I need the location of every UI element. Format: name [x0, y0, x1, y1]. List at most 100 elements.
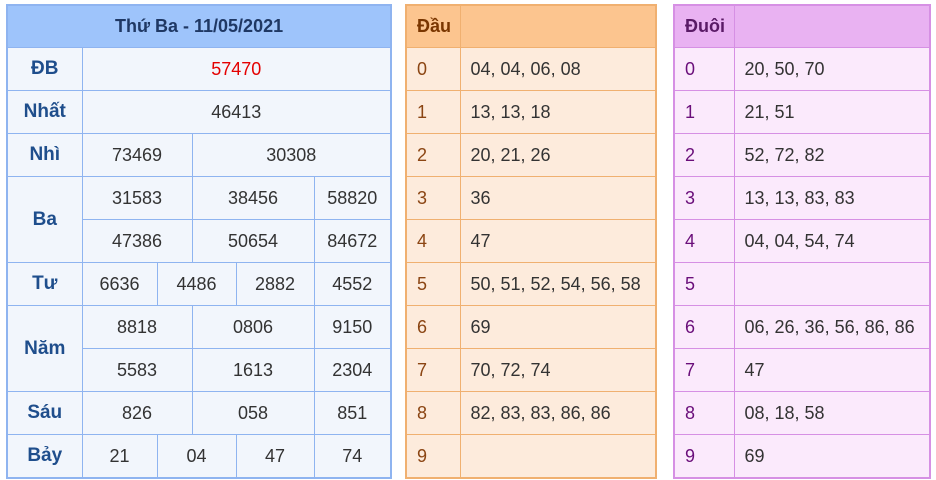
prize-value: 1613 — [191, 348, 315, 392]
prize-row-tu: Tư 6636 4486 2882 4552 — [6, 262, 392, 306]
head-row-values: 04, 04, 06, 08 — [459, 47, 657, 91]
head-row: 3 36 — [405, 176, 657, 220]
prize-value: 47386 — [81, 219, 193, 263]
tail-row-values: 13, 13, 83, 83 — [733, 176, 931, 220]
tail-row-values: 47 — [733, 348, 931, 392]
prize-value: 84672 — [313, 219, 392, 263]
tail-table: Đuôi 0 20, 50, 70 1 21, 51 2 52, 72, 82 3 13, 1… — [673, 4, 931, 479]
tail-row: 8 08, 18, 58 — [673, 391, 931, 435]
prize-label: Năm — [6, 305, 83, 392]
tail-row: 2 52, 72, 82 — [673, 133, 931, 177]
head-row-digit: 4 — [405, 219, 461, 263]
head-row: 0 04, 04, 06, 08 — [405, 47, 657, 91]
tail-row: 4 04, 04, 54, 74 — [673, 219, 931, 263]
tail-row-digit: 9 — [673, 434, 735, 479]
tail-header: Đuôi — [673, 4, 735, 48]
tail-row-values: 04, 04, 54, 74 — [733, 219, 931, 263]
prize-value: 826 — [81, 391, 193, 435]
prize-value: 46413 — [81, 90, 392, 134]
prize-label: Bảy — [6, 434, 83, 479]
results-header-row: Thứ Ba - 11/05/2021 — [6, 4, 392, 48]
head-row-values: 20, 21, 26 — [459, 133, 657, 177]
head-row: 7 70, 72, 74 — [405, 348, 657, 392]
head-row: 6 69 — [405, 305, 657, 349]
tail-row: 5 — [673, 262, 931, 306]
tail-row-digit: 5 — [673, 262, 735, 306]
head-row: 9 — [405, 434, 657, 479]
tail-header-row: Đuôi — [673, 4, 931, 48]
prize-row-nam: Năm 8818 0806 9150 — [6, 305, 392, 392]
prize-label: Ba — [6, 176, 83, 263]
tail-row: 9 69 — [673, 434, 931, 479]
prize-value: 04 — [156, 434, 237, 479]
tail-row-values: 69 — [733, 434, 931, 479]
head-row: 1 13, 13, 18 — [405, 90, 657, 134]
prize-value: 0806 — [191, 305, 315, 349]
prize-value: 73469 — [81, 133, 193, 177]
prize-label: ĐB — [6, 47, 83, 91]
tail-row-values: 20, 50, 70 — [733, 47, 931, 91]
prize-value: 74 — [313, 434, 392, 479]
prize-row-nhi: Nhì 73469 30308 — [6, 133, 392, 177]
tail-header-blank — [733, 4, 931, 48]
head-row-values: 82, 83, 83, 86, 86 — [459, 391, 657, 435]
results-title: Thứ Ba - 11/05/2021 — [6, 4, 392, 48]
prize-row-bay: Bảy 21 04 47 74 — [6, 434, 392, 479]
tail-row: 0 20, 50, 70 — [673, 47, 931, 91]
head-row-digit: 9 — [405, 434, 461, 479]
head-row-values: 36 — [459, 176, 657, 220]
prize-row-nhat: Nhất 46413 — [6, 90, 392, 134]
head-row: 2 20, 21, 26 — [405, 133, 657, 177]
special-prize-value: 57470 — [81, 47, 392, 91]
tail-table-body: 0 20, 50, 70 1 21, 51 2 52, 72, 82 3 13, 13, 83… — [673, 47, 931, 479]
head-row-values: 70, 72, 74 — [459, 348, 657, 392]
prize-row-sau: Sáu 826 058 851 — [6, 391, 392, 435]
tail-row-values: 06, 26, 36, 56, 86, 86 — [733, 305, 931, 349]
prize-value: 2882 — [235, 262, 315, 306]
tail-row-values: 52, 72, 82 — [733, 133, 931, 177]
prize-value: 47 — [235, 434, 315, 479]
prize-label: Nhất — [6, 90, 83, 134]
prize-value: 38456 — [191, 176, 315, 220]
prize-value: 50654 — [191, 219, 315, 263]
head-row-values — [459, 434, 657, 479]
tail-row-digit: 3 — [673, 176, 735, 220]
head-row-digit: 5 — [405, 262, 461, 306]
tail-row: 7 47 — [673, 348, 931, 392]
prize-value: 21 — [81, 434, 158, 479]
head-row-values: 50, 51, 52, 54, 56, 58 — [459, 262, 657, 306]
head-row-values: 69 — [459, 305, 657, 349]
tail-row-digit: 4 — [673, 219, 735, 263]
prize-value: 8818 — [81, 305, 193, 349]
prize-label: Tư — [6, 262, 83, 306]
head-row: 4 47 — [405, 219, 657, 263]
prize-value: 9150 — [313, 305, 392, 349]
head-row-digit: 8 — [405, 391, 461, 435]
head-header-row: Đầu — [405, 4, 657, 48]
tail-row-values: 21, 51 — [733, 90, 931, 134]
tail-row-values: 08, 18, 58 — [733, 391, 931, 435]
head-row: 5 50, 51, 52, 54, 56, 58 — [405, 262, 657, 306]
tail-row-digit: 8 — [673, 391, 735, 435]
prize-value: 58820 — [313, 176, 392, 220]
prize-value: 851 — [313, 391, 392, 435]
tail-row: 1 21, 51 — [673, 90, 931, 134]
tail-row-digit: 2 — [673, 133, 735, 177]
prize-value: 31583 — [81, 176, 193, 220]
head-row-digit: 0 — [405, 47, 461, 91]
prize-label: Nhì — [6, 133, 83, 177]
head-row-values: 13, 13, 18 — [459, 90, 657, 134]
tail-row: 3 13, 13, 83, 83 — [673, 176, 931, 220]
prize-row-ba: Ba 31583 38456 58820 — [6, 176, 392, 263]
prize-value: 058 — [191, 391, 315, 435]
prize-value: 4552 — [313, 262, 392, 306]
head-row-digit: 6 — [405, 305, 461, 349]
tail-row-digit: 1 — [673, 90, 735, 134]
tail-row: 6 06, 26, 36, 56, 86, 86 — [673, 305, 931, 349]
head-row-digit: 7 — [405, 348, 461, 392]
prize-row-db: ĐB 57470 — [6, 47, 392, 91]
tail-row-digit: 6 — [673, 305, 735, 349]
prize-value: 30308 — [191, 133, 392, 177]
tail-row-digit: 0 — [673, 47, 735, 91]
results-table: Thứ Ba - 11/05/2021 ĐB 57470 Nhất 46413 … — [6, 4, 393, 479]
